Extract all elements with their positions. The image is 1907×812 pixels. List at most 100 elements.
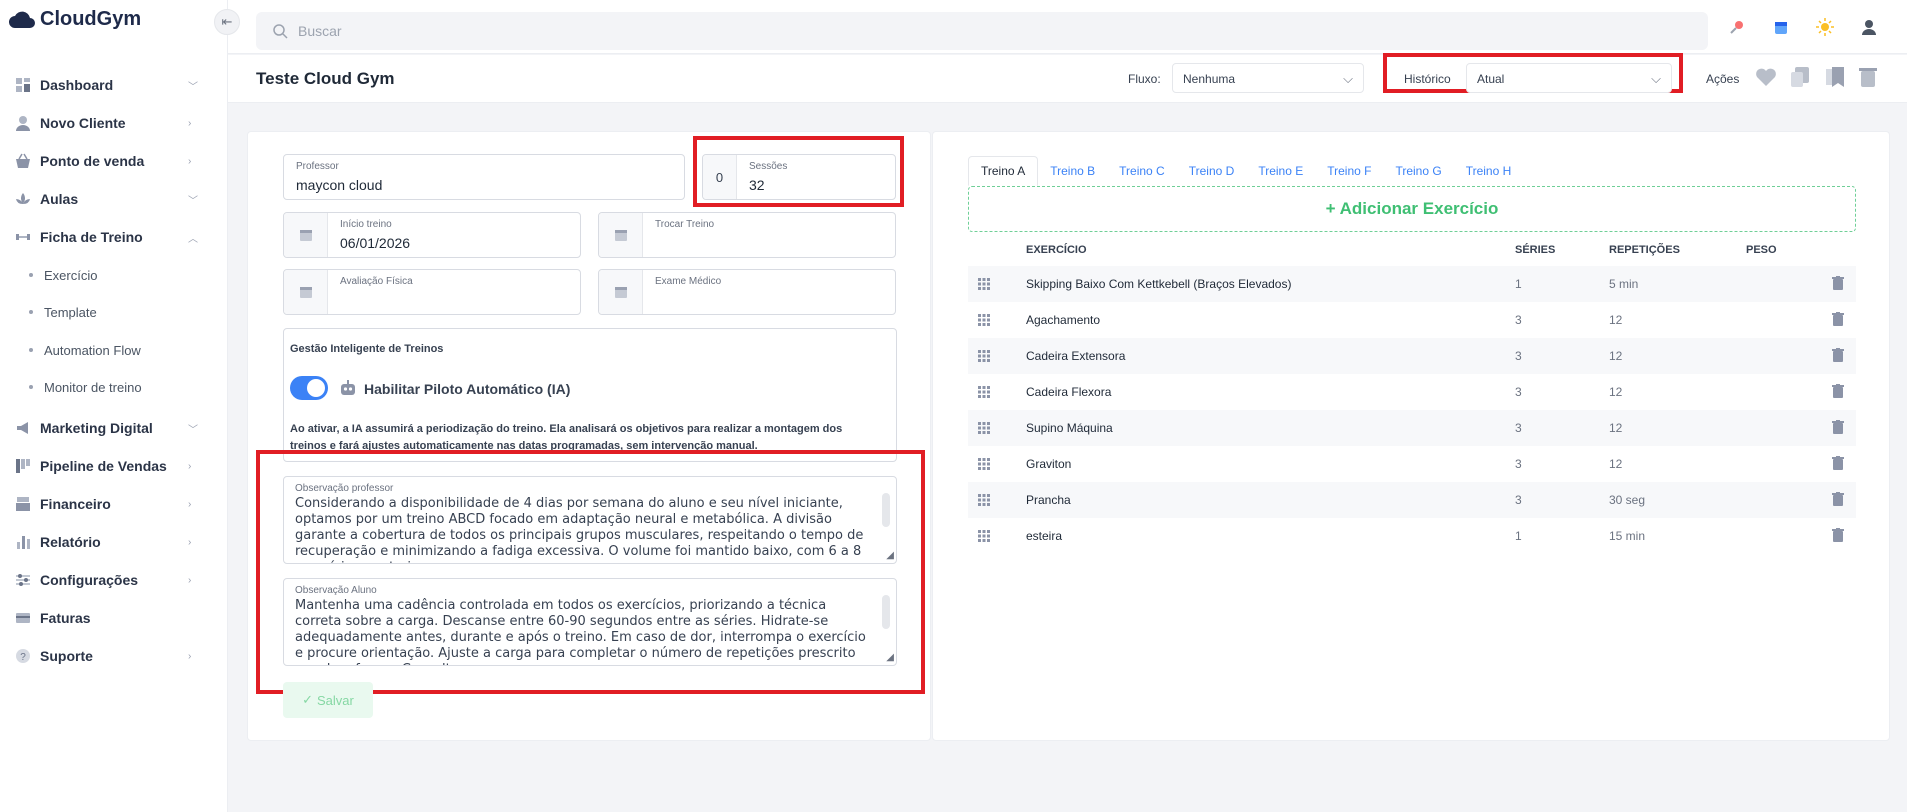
trash-icon[interactable]	[1832, 492, 1844, 509]
check-icon: ✓	[302, 692, 314, 707]
observacao-professor-textarea[interactable]: Observação professor Considerando a disp…	[283, 476, 897, 564]
professor-field[interactable]: Professor maycon cloud	[283, 154, 685, 200]
fluxo-select[interactable]: Nenhuma ⌵	[1172, 63, 1364, 93]
sidebar-subitem-template[interactable]: Template	[0, 300, 210, 324]
table-row[interactable]: Supino Máquina 3 12	[968, 410, 1856, 446]
grid-icon[interactable]	[978, 386, 990, 401]
trash-icon[interactable]	[1832, 384, 1844, 401]
resize-handle-icon[interactable]: ◢	[886, 550, 894, 561]
scrollbar[interactable]	[882, 493, 890, 527]
grid-icon[interactable]	[978, 278, 990, 293]
table-row[interactable]: Skipping Baixo Com Kettkebell (Braços El…	[968, 266, 1856, 302]
bookmark-icon[interactable]	[1822, 65, 1846, 89]
sidebar-item-ficha-de-treino[interactable]: Ficha de Treino ︿	[0, 224, 210, 250]
add-exercise-button[interactable]: + Adicionar Exercício	[968, 186, 1856, 232]
table-row[interactable]: Cadeira Flexora 3 12	[968, 374, 1856, 410]
professor-value: maycon cloud	[296, 177, 383, 193]
exercise-series: 3	[1515, 313, 1522, 327]
sidebar-item-dashboard[interactable]: Dashboard ﹀	[0, 72, 210, 98]
table-row[interactable]: Graviton 3 12	[968, 446, 1856, 482]
bullet-icon	[29, 385, 33, 389]
sidebar-item-suporte[interactable]: ? Suporte ›	[0, 643, 210, 669]
sidebar-item-novo-cliente[interactable]: Novo Cliente ›	[0, 110, 210, 136]
user-profile-icon[interactable]	[1860, 18, 1878, 36]
search-input[interactable]: Buscar	[256, 12, 1708, 50]
calendar-icon[interactable]	[599, 213, 643, 257]
sidebar-item-financeiro[interactable]: Financeiro ›	[0, 491, 210, 517]
sidebar-subitem-automation-flow[interactable]: Automation Flow	[0, 338, 210, 362]
avaliacao-fisica-field[interactable]: Avaliação Física	[283, 269, 581, 315]
exercise-name: Supino Máquina	[1026, 421, 1113, 435]
calendar-icon[interactable]	[599, 270, 643, 314]
exercise-name: Skipping Baixo Com Kettkebell (Braços El…	[1026, 277, 1292, 291]
heart-icon[interactable]	[1754, 65, 1778, 89]
ia-title: Gestão Inteligente de Treinos	[290, 343, 444, 355]
grid-icon[interactable]	[978, 458, 990, 473]
table-row[interactable]: Prancha 3 30 seg	[968, 482, 1856, 518]
resize-handle-icon[interactable]: ◢	[886, 652, 894, 663]
tab-treino-f[interactable]: Treino F	[1315, 156, 1383, 186]
sidebar-item-aulas[interactable]: Aulas ﹀	[0, 186, 210, 212]
trash-icon[interactable]	[1832, 348, 1844, 365]
grid-icon[interactable]	[978, 530, 990, 545]
topbar: Buscar	[228, 0, 1907, 54]
exercise-name: Cadeira Extensora	[1026, 349, 1126, 363]
trash-icon[interactable]	[1856, 65, 1880, 89]
sidebar-subitem-monitor-de-treino[interactable]: Monitor de treino	[0, 375, 210, 399]
copy-document-icon[interactable]	[1788, 65, 1812, 89]
trash-icon[interactable]	[1832, 420, 1844, 437]
tab-treino-b[interactable]: Treino B	[1038, 156, 1107, 186]
grid-icon[interactable]	[978, 314, 990, 329]
sidebar-subitem-exercicio[interactable]: Exercício	[0, 263, 210, 287]
save-button[interactable]: ✓ Salvar	[283, 682, 373, 718]
inicio-treino-field[interactable]: Início treino 06/01/2026	[283, 212, 581, 258]
trash-icon[interactable]	[1832, 528, 1844, 545]
observacao-aluno-textarea[interactable]: Observação Aluno Mantenha uma cadência c…	[283, 578, 897, 666]
tab-treino-e[interactable]: Treino E	[1246, 156, 1315, 186]
exercise-series: 3	[1515, 349, 1522, 363]
sidebar-item-ponto-de-venda[interactable]: Ponto de venda ›	[0, 148, 210, 174]
calendar-icon[interactable]	[284, 270, 328, 314]
grid-icon[interactable]	[978, 422, 990, 437]
calendar-icon[interactable]	[1772, 18, 1790, 36]
sidebar-item-label: Suporte	[40, 648, 93, 664]
inicio-treino-value: 06/01/2026	[340, 235, 411, 251]
table-row[interactable]: esteira 1 15 min	[968, 518, 1856, 554]
trash-icon[interactable]	[1832, 312, 1844, 329]
tab-treino-c[interactable]: Treino C	[1107, 156, 1177, 186]
tab-treino-d[interactable]: Treino D	[1177, 156, 1247, 186]
tab-treino-a[interactable]: Treino A	[968, 156, 1039, 186]
chevron-right-icon: ›	[188, 536, 192, 548]
trocar-treino-field[interactable]: Trocar Treino	[598, 212, 896, 258]
grid-icon[interactable]	[978, 350, 990, 365]
exame-medico-field[interactable]: Exame Médico	[598, 269, 896, 315]
sun-icon[interactable]	[1816, 18, 1834, 36]
ia-toggle[interactable]	[290, 376, 328, 400]
sessoes-field[interactable]: 0 Sessões 32	[702, 154, 896, 200]
sidebar-item-pipeline-de-vendas[interactable]: Pipeline de Vendas ›	[0, 453, 210, 479]
tab-treino-h[interactable]: Treino H	[1454, 156, 1524, 186]
sidebar-item-relatorio[interactable]: Relatório ›	[0, 529, 210, 555]
collapse-sidebar-button[interactable]: ⇤	[214, 9, 240, 35]
grid-icon[interactable]	[978, 494, 990, 509]
trash-icon[interactable]	[1832, 276, 1844, 293]
calendar-icon[interactable]	[284, 213, 328, 257]
basket-icon	[14, 152, 32, 170]
exercise-series: 3	[1515, 493, 1522, 507]
sidebar-item-faturas[interactable]: Faturas	[0, 605, 210, 631]
tab-treino-g[interactable]: Treino G	[1383, 156, 1453, 186]
table-row[interactable]: Agachamento 3 12	[968, 302, 1856, 338]
pin-icon[interactable]	[1728, 18, 1746, 36]
historico-select[interactable]: Atual ⌵	[1466, 63, 1672, 93]
sessoes-count: 0	[703, 155, 737, 199]
trash-icon[interactable]	[1832, 456, 1844, 473]
scrollbar[interactable]	[882, 595, 890, 629]
brand-logo[interactable]: CloudGym	[8, 8, 141, 31]
exercise-series: 1	[1515, 277, 1522, 291]
sidebar-item-configuracoes[interactable]: Configurações ›	[0, 567, 210, 593]
sidebar-item-marketing-digital[interactable]: Marketing Digital ﹀	[0, 415, 210, 441]
cash-register-icon	[14, 495, 32, 513]
chevron-up-icon: ︿	[188, 233, 198, 245]
exercise-name: Agachamento	[1026, 313, 1101, 327]
table-row[interactable]: Cadeira Extensora 3 12	[968, 338, 1856, 374]
